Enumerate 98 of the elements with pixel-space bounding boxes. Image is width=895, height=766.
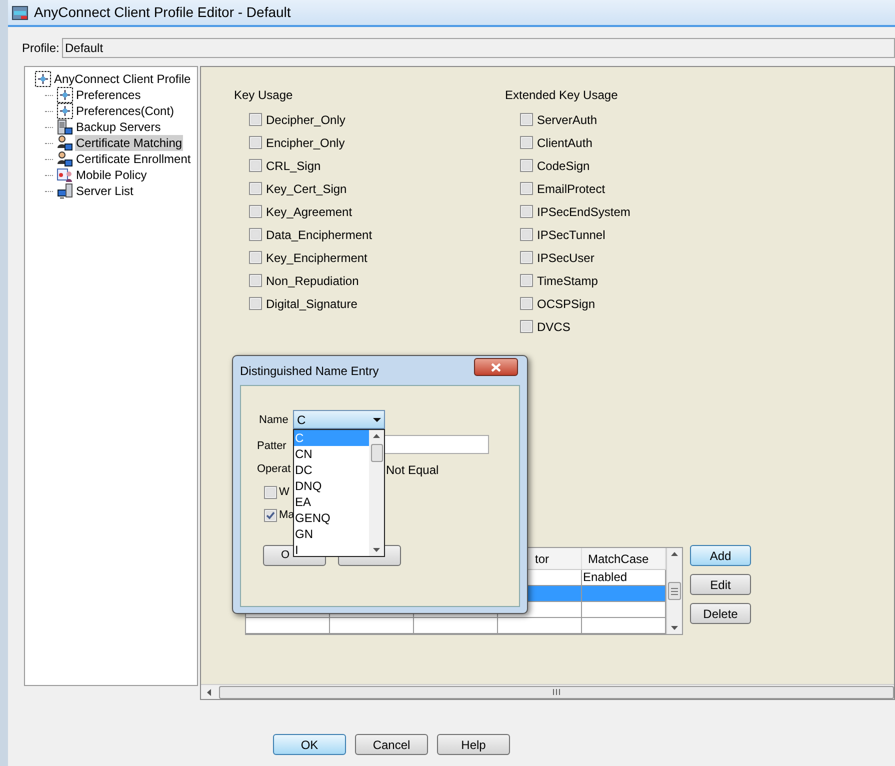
dropdown-option[interactable]: CN [294, 446, 369, 462]
mobile-policy-icon [57, 167, 73, 183]
radio-label: Not Equal [386, 462, 439, 479]
checkbox[interactable] [520, 297, 533, 310]
network-icon [57, 103, 73, 119]
checkbox-label: Encipher_Only [266, 134, 345, 152]
checkbox[interactable] [520, 136, 533, 149]
field-label: Name [259, 413, 288, 428]
server-icon [57, 119, 73, 135]
users-icon [57, 135, 73, 151]
scroll-left-icon[interactable] [207, 688, 211, 696]
checkbox-label: Key_Agreement [266, 204, 352, 220]
checkbox-label: Key_Encipherment [266, 250, 368, 266]
checkbox-label: IPSecTunnel [537, 226, 606, 244]
scroll-thumb[interactable] [219, 686, 894, 698]
dropdown-option[interactable]: DNQ [294, 478, 369, 494]
checkbox-label: Non_Repudiation [266, 272, 359, 290]
vertical-scrollbar[interactable] [369, 430, 384, 556]
dropdown-value: C [297, 412, 306, 428]
computer-icon [57, 183, 73, 199]
checkbox-label: CRL_Sign [266, 158, 321, 174]
group-heading: Key Usage [234, 87, 294, 103]
checkbox[interactable] [249, 297, 262, 310]
network-icon [35, 71, 51, 87]
checkbox-label: OCSPSign [537, 296, 596, 312]
field-label: Operat [257, 462, 291, 477]
network-icon [57, 87, 73, 103]
checkbox[interactable] [249, 251, 262, 264]
close-button[interactable] [474, 358, 518, 376]
checkbox[interactable] [520, 251, 533, 264]
button[interactable]: Edit [690, 574, 751, 595]
checkbox-label: ClientAuth [537, 134, 592, 152]
tree-item[interactable]: Server List [75, 183, 134, 199]
checkbox-label: Digital_Signature [266, 296, 358, 312]
tree-item[interactable]: Preferences(Cont) [75, 103, 176, 119]
checkbox[interactable] [264, 486, 277, 499]
checkbox[interactable] [249, 113, 262, 126]
name-dropdown[interactable]: C [293, 410, 385, 429]
button[interactable]: Help [437, 734, 510, 755]
dropdown-option[interactable]: I [294, 542, 369, 558]
dialog-title: Distinguished Name Entry [240, 363, 379, 380]
checkbox-label: ServerAuth [537, 112, 598, 128]
tree-item[interactable]: Mobile Policy [75, 167, 148, 183]
table-row[interactable] [246, 618, 666, 634]
checkbox-label: TimeStamp [537, 272, 598, 290]
window-title: AnyConnect Client Profile Editor - Default [34, 3, 291, 22]
checkbox[interactable] [520, 228, 533, 241]
field-label: Patter [257, 439, 286, 454]
scroll-thumb[interactable] [370, 444, 382, 462]
close-icon [491, 362, 501, 372]
dropdown-option[interactable]: GENQ [294, 510, 369, 526]
app-icon [12, 6, 28, 20]
checkbox-label: W [279, 485, 290, 500]
users-icon [57, 151, 73, 167]
scroll-up-icon[interactable] [671, 552, 678, 556]
checkbox-label: DVCS [537, 318, 570, 336]
checkbox[interactable] [520, 113, 533, 126]
checkbox[interactable] [520, 182, 533, 195]
button[interactable]: Delete [690, 603, 751, 624]
horizontal-scrollbar[interactable] [201, 684, 894, 699]
checkbox[interactable] [249, 182, 262, 195]
button[interactable]: Cancel [355, 734, 428, 755]
checkbox[interactable] [520, 205, 533, 218]
vertical-scrollbar[interactable] [666, 548, 682, 634]
checkbox[interactable] [520, 320, 533, 333]
checkbox[interactable] [249, 159, 262, 172]
dropdown-option[interactable]: DC [294, 462, 369, 478]
dropdown-option[interactable]: EA [294, 494, 369, 510]
tree-item[interactable]: Certificate Matching [75, 135, 184, 151]
tree-item[interactable]: Preferences [75, 87, 142, 103]
tree-item[interactable]: AnyConnect Client Profile [53, 71, 192, 87]
checkbox-label: Data_Encipherment [266, 226, 372, 244]
checkbox[interactable] [249, 274, 262, 287]
scroll-up-icon[interactable] [373, 434, 380, 438]
profile-field[interactable]: Default [62, 38, 895, 58]
button[interactable]: Add [690, 545, 751, 566]
scroll-down-icon[interactable] [671, 626, 678, 630]
caret-icon [373, 418, 381, 422]
tree-item[interactable]: Backup Servers [75, 119, 162, 135]
checkbox-label: Key_Cert_Sign [266, 180, 347, 198]
checkbox[interactable] [264, 508, 277, 522]
scroll-down-icon[interactable] [373, 548, 380, 552]
scroll-thumb[interactable] [668, 582, 681, 600]
dropdown-option[interactable]: GN [294, 526, 369, 542]
checkbox-label: IPSecEndSystem [537, 204, 630, 220]
checkbox[interactable] [249, 228, 262, 241]
checkbox[interactable] [520, 274, 533, 287]
checkbox-label: CodeSign [537, 158, 590, 174]
checkbox-label: Decipher_Only [266, 112, 346, 128]
checkbox-label: IPSecUser [537, 250, 594, 266]
checkbox-label: EmailProtect [537, 180, 606, 198]
profile-label: Profile: [22, 40, 60, 57]
checkbox[interactable] [249, 205, 262, 218]
tree-item[interactable]: Certificate Enrollment [75, 151, 192, 167]
group-heading: Extended Key Usage [505, 87, 619, 103]
checkbox[interactable] [520, 159, 533, 172]
button[interactable]: OK [273, 734, 346, 755]
checkbox[interactable] [249, 136, 262, 149]
